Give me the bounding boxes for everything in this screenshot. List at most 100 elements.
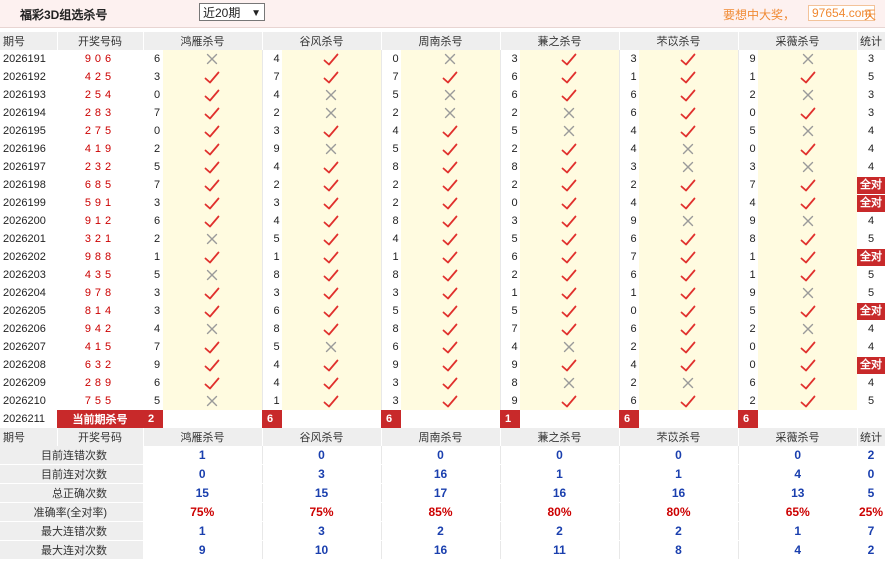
check-icon xyxy=(680,107,696,119)
period-cell: 2026192 xyxy=(3,71,46,83)
period-cell: 2026207 xyxy=(3,341,46,353)
correct-mark xyxy=(282,392,381,410)
check-icon xyxy=(204,179,220,191)
kill-number-cell: 6 xyxy=(618,86,639,104)
period-cell: 2026202 xyxy=(3,251,46,263)
kill-number-cell: 2 xyxy=(154,233,161,245)
kill-number-cell: 0 xyxy=(499,194,520,212)
kill-number-cell: 5 xyxy=(380,86,401,104)
check-icon xyxy=(323,287,339,299)
table-row: 2026194 283 7 2 2 2 6 0 3 xyxy=(0,104,885,122)
stats-value: 0 xyxy=(499,446,619,465)
correct-mark xyxy=(520,248,619,266)
current-period-cell: 2026211 xyxy=(3,413,46,425)
correct-mark xyxy=(758,266,857,284)
check-icon xyxy=(323,71,339,83)
period-cell: 2026198 xyxy=(3,179,46,191)
stats-value: 16 xyxy=(380,464,500,484)
check-icon xyxy=(204,161,220,173)
kill-number-table: 期号 开奖号码 鸿雁杀号 谷风杀号 周南杀号 蒹之杀号 芣苡杀号 采薇杀号 统计 2026191… xyxy=(0,32,885,560)
correct-mark xyxy=(401,338,500,356)
check-icon xyxy=(561,359,577,371)
kill-number-cell: 2 xyxy=(618,374,639,392)
check-icon xyxy=(323,197,339,209)
check-icon xyxy=(442,179,458,191)
kill-number-cell: 0 xyxy=(737,338,758,356)
check-icon xyxy=(680,359,696,371)
kill-number-cell: 5 xyxy=(737,122,758,140)
row-stat-cell: 4 xyxy=(867,377,875,389)
stats-value: 0 xyxy=(380,446,500,465)
header-method-2: 周南杀号 xyxy=(381,32,501,50)
kill-number-cell: 4 xyxy=(261,50,282,68)
header-winning-number: 开奖号码 xyxy=(57,32,144,50)
kill-number-cell: 8 xyxy=(380,320,401,338)
stats-value: 1 xyxy=(499,464,619,484)
kill-number-cell: 4 xyxy=(737,194,758,212)
kill-number-cell: 6 xyxy=(618,104,639,122)
check-icon xyxy=(442,215,458,227)
wrong-mark xyxy=(520,104,619,122)
kill-number-cell: 9 xyxy=(737,212,758,230)
correct-mark xyxy=(639,320,738,338)
current-kill-number: 1 xyxy=(500,410,520,428)
table-row: 2026205 814 3 6 5 5 0 5 全对 xyxy=(0,302,885,320)
kill-number-cell: 0 xyxy=(737,140,758,158)
kill-number-cell: 6 xyxy=(618,320,639,338)
correct-mark xyxy=(401,176,500,194)
correct-mark xyxy=(639,302,738,320)
check-icon xyxy=(680,71,696,83)
header-stats: 统计 xyxy=(857,428,885,446)
check-icon xyxy=(800,341,815,353)
cross-icon xyxy=(326,143,337,155)
kill-number-cell: 2 xyxy=(499,140,520,158)
correct-mark xyxy=(758,230,857,248)
check-icon xyxy=(561,287,577,299)
period-range-select[interactable]: 近20期 ▼ xyxy=(199,3,265,21)
stats-value: 2 xyxy=(380,521,500,541)
correct-mark xyxy=(401,392,500,410)
kill-number-cell: 5 xyxy=(154,269,161,281)
row-stat-cell: 5 xyxy=(867,395,875,407)
stats-label: 目前连对次数 xyxy=(0,464,143,484)
correct-mark xyxy=(639,356,738,374)
stats-total: 25% xyxy=(857,502,885,522)
correct-mark xyxy=(401,374,500,392)
page-title: 福彩3D组选杀号 xyxy=(20,8,108,22)
stats-value: 10 xyxy=(261,540,381,560)
check-icon xyxy=(442,287,458,299)
stats-row: 准确率(全对率) 75% 75% 85% 80% 80% 65% 25% xyxy=(0,502,885,522)
kill-number-cell: 3 xyxy=(154,71,161,83)
correct-mark xyxy=(163,158,262,176)
row-stat-cell: 5 xyxy=(867,269,875,281)
stats-row: 总正确次数 15 15 17 16 16 13 5 xyxy=(0,483,885,503)
row-stat-cell: 全对 xyxy=(857,194,885,212)
kill-number-cell: 6 xyxy=(618,266,639,284)
kill-number-cell: 4 xyxy=(618,140,639,158)
correct-mark xyxy=(401,68,500,86)
correct-mark xyxy=(758,194,857,212)
current-kill-blank xyxy=(163,410,262,428)
kill-number-cell: 5 xyxy=(261,230,282,248)
stats-value: 75% xyxy=(143,502,262,522)
correct-mark xyxy=(401,122,500,140)
table-row: 2026207 415 7 5 6 4 2 0 4 xyxy=(0,338,885,356)
check-icon xyxy=(204,89,220,101)
correct-mark xyxy=(639,392,738,410)
correct-mark xyxy=(163,248,262,266)
correct-mark xyxy=(282,266,381,284)
row-stat-cell: 4 xyxy=(867,125,875,137)
winning-number-cell: 283 xyxy=(84,107,116,119)
stats-value: 3 xyxy=(261,464,381,484)
stats-label: 最大连对次数 xyxy=(0,540,143,560)
kill-number-cell: 7 xyxy=(618,248,639,266)
current-kill-number: 6 xyxy=(619,410,639,428)
check-icon xyxy=(442,71,458,83)
winning-number-cell: 321 xyxy=(84,233,116,245)
check-icon xyxy=(800,143,815,155)
period-cell: 2026195 xyxy=(3,125,46,137)
correct-mark xyxy=(520,302,619,320)
winning-number-cell: 755 xyxy=(84,395,116,407)
stats-value: 16 xyxy=(380,540,500,560)
winning-number-cell: 419 xyxy=(84,143,116,155)
